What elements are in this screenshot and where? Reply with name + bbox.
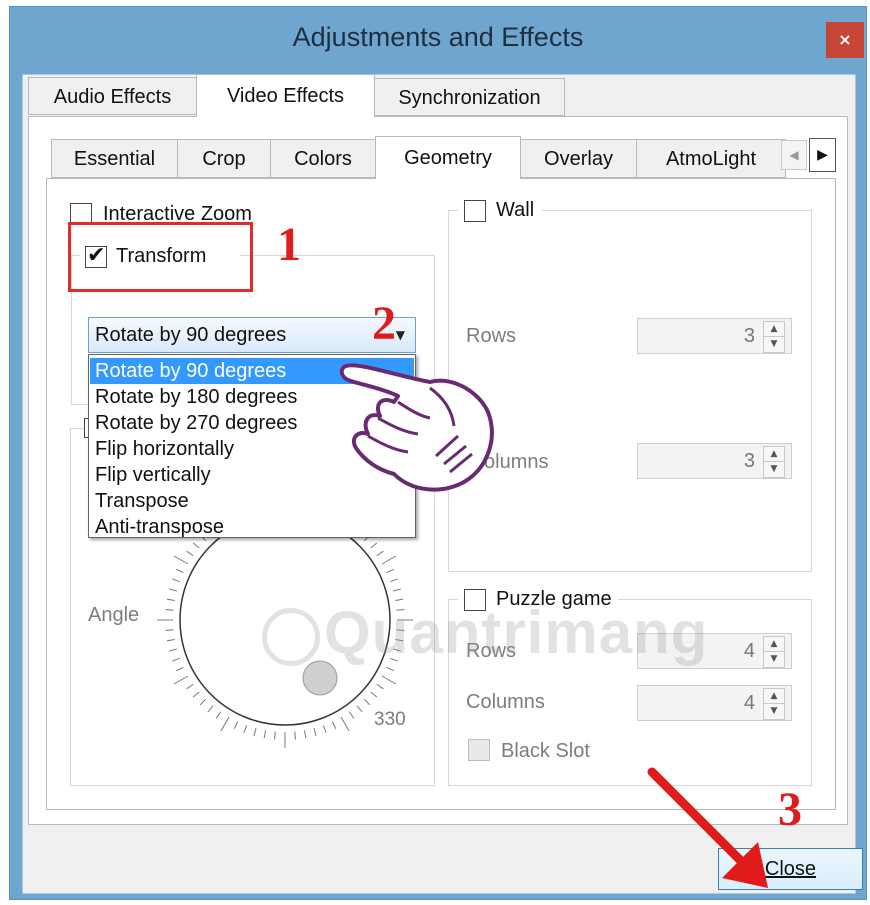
dial-tick: [186, 550, 194, 557]
angle-value: 330: [374, 709, 406, 730]
tab-atmolight[interactable]: AtmoLight: [636, 139, 786, 178]
dial-tick: [192, 542, 200, 549]
spin-down-icon[interactable]: ▼: [763, 461, 785, 478]
dial-tick: [274, 731, 276, 740]
dial-tick: [370, 542, 378, 549]
dial-tick: [348, 711, 355, 719]
dial-tick: [303, 730, 307, 739]
tab-overlay[interactable]: Overlay: [520, 139, 637, 178]
dial-tick: [220, 716, 230, 732]
dial-tick: [168, 588, 177, 592]
dial-tick: [313, 728, 317, 737]
dial-tick: [207, 705, 214, 713]
spin-down-icon[interactable]: ▼: [763, 651, 785, 668]
dial-tick: [294, 731, 296, 740]
watermark: Quantrimang: [262, 598, 708, 667]
wall-columns-spinbox[interactable]: 3 ▲ ▼: [637, 443, 792, 479]
highlight-box-step-1: [68, 222, 253, 292]
wall-rows-spinbox[interactable]: 3 ▲ ▼: [637, 318, 792, 354]
tab-crop[interactable]: Crop: [177, 139, 271, 178]
dial-tick: [376, 683, 384, 690]
chevron-down-icon: ▼: [395, 328, 405, 342]
tab-scroll-right-button[interactable]: ▶: [809, 138, 836, 172]
dial-tick: [165, 609, 174, 611]
dial-tick: [233, 721, 239, 729]
dial-tick: [166, 638, 175, 642]
dial-tick: [253, 728, 257, 737]
triangle-left-icon: ◀: [789, 148, 799, 162]
dial-tick: [243, 725, 248, 733]
tab-synchronization[interactable]: Synchronization: [374, 78, 565, 116]
dial-tick: [173, 675, 189, 685]
annotation-step-2: 2: [372, 297, 396, 350]
tab-geometry[interactable]: Geometry: [375, 136, 521, 179]
dial-tick: [166, 598, 175, 602]
dial-tick: [165, 629, 174, 631]
dial-tick: [263, 730, 267, 739]
dial-tick: [340, 716, 350, 732]
transform-select-value: Rotate by 90 degrees: [95, 324, 287, 346]
dial-tick: [176, 666, 184, 672]
wall-checkbox[interactable]: [464, 200, 486, 222]
puzzle-columns-spinbox[interactable]: 4 ▲ ▼: [637, 685, 792, 721]
dial-tick: [386, 568, 394, 574]
dial-tick: [363, 698, 371, 706]
pointing-hand-icon: [339, 363, 494, 492]
lightbulb-icon: [262, 608, 320, 667]
title-bar: Adjustments and Effects ×: [10, 7, 866, 75]
wall-rows-value: 3: [743, 325, 755, 347]
dial-tick: [172, 578, 180, 583]
spin-down-icon[interactable]: ▼: [763, 703, 785, 720]
dial-tick: [192, 691, 200, 698]
triangle-right-icon: ▶: [817, 147, 828, 163]
dial-tick: [173, 555, 189, 565]
dial-tick: [370, 691, 378, 698]
dial-tick: [381, 675, 397, 685]
dial-tick: [168, 648, 177, 652]
black-slot-checkbox[interactable]: [468, 739, 490, 761]
dial-tick: [331, 721, 337, 729]
dial-tick: [176, 568, 184, 574]
angle-label: Angle: [88, 604, 140, 626]
dial-tick: [186, 683, 194, 690]
wall-rows-label: Rows: [466, 325, 517, 347]
spin-down-icon[interactable]: ▼: [763, 336, 785, 353]
dial-tick: [199, 698, 207, 706]
tab-colors[interactable]: Colors: [270, 139, 376, 178]
tab-scroll-left-button[interactable]: ◀: [781, 140, 807, 170]
tab-video-effects[interactable]: Video Effects: [196, 74, 375, 117]
dial-tick: [356, 705, 363, 713]
window-title: Adjustments and Effects: [292, 22, 584, 52]
tab-audio-effects[interactable]: Audio Effects: [28, 77, 197, 115]
dial-tick: [172, 657, 180, 662]
dial-tick: [376, 550, 384, 557]
annotation-step-1: 1: [277, 218, 301, 271]
black-slot-label: Black Slot: [501, 740, 590, 762]
arrow-step-3: [647, 767, 768, 888]
window-close-button[interactable]: ×: [826, 22, 864, 58]
wall-label: Wall: [496, 199, 535, 221]
dial-tick: [322, 725, 327, 733]
dial-tick: [393, 588, 402, 592]
dial-tick: [215, 711, 222, 719]
annotation-step-3: 3: [778, 783, 802, 836]
tab-essential[interactable]: Essential: [51, 139, 178, 178]
dial-tick: [386, 666, 394, 672]
dial-tick: [390, 578, 398, 583]
wall-columns-value: 3: [743, 450, 755, 472]
option-anti-transpose[interactable]: Anti-transpose: [90, 514, 414, 540]
puzzle-rows-value: 4: [743, 640, 755, 662]
watermark-text: Quantrimang: [324, 599, 709, 666]
puzzle-columns-value: 4: [743, 692, 755, 714]
dial-tick: [381, 555, 397, 565]
puzzle-columns-label: Columns: [466, 691, 545, 713]
transform-type-select[interactable]: Rotate by 90 degrees ▼: [88, 317, 416, 353]
